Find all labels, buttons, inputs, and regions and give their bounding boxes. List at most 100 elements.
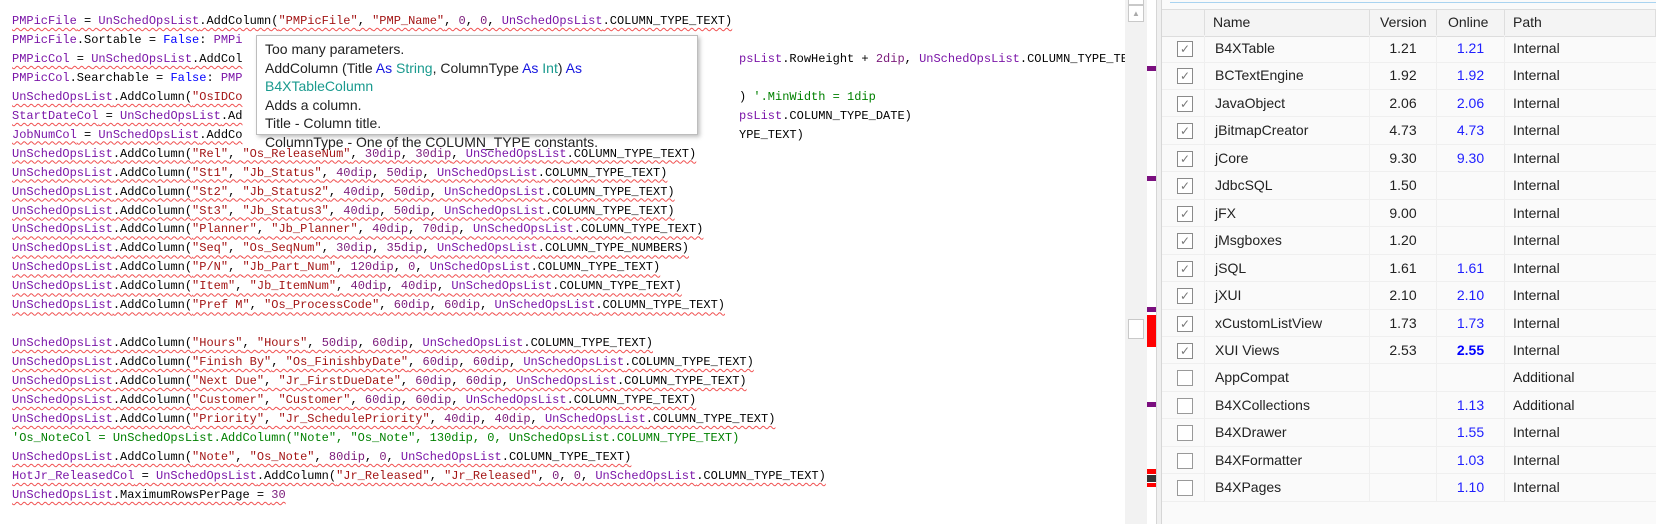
code-line[interactable]: UnSchedOpsList.AddColumn("Item", "Jb_Ite…: [12, 277, 682, 296]
code-token: .AddColumn(: [112, 336, 193, 351]
code-token: ,: [242, 336, 257, 351]
code-line[interactable]: UnSchedOpsList.MaximumRowsPerPage = 30: [12, 486, 286, 505]
error-marker[interactable]: [1147, 315, 1156, 347]
code-token: UnSchedOpsList: [12, 279, 113, 294]
warning-marker[interactable]: [1147, 307, 1156, 312]
code-token: UnSchedOpsList: [12, 355, 113, 370]
library-name: jXUI: [1205, 282, 1370, 310]
library-checkbox[interactable]: ✓: [1177, 233, 1193, 250]
library-row[interactable]: ✓ XUI Views 2.53 2.55 Internal: [1162, 336, 1656, 365]
column-header-check[interactable]: [1162, 10, 1205, 36]
library-checkbox[interactable]: ✓: [1177, 260, 1193, 277]
library-row[interactable]: ✓ jMsgboxes 1.20 Internal: [1162, 227, 1656, 255]
code-line[interactable]: PMPicFile.Sortable = False: PMPi: [12, 31, 242, 50]
error-marker[interactable]: [1147, 469, 1156, 474]
library-row[interactable]: B4XFormatter 1.03 Internal: [1162, 446, 1656, 475]
library-checkbox[interactable]: ✓: [1177, 288, 1193, 305]
code-token: "Next Due": [192, 374, 265, 389]
library-name: JavaObject: [1205, 89, 1370, 117]
code-line[interactable]: UnSchedOpsList.AddColumn("Note", "Os_Not…: [12, 448, 631, 467]
code-line[interactable]: UnSchedOpsList.AddColumn("Hours", "Hours…: [12, 334, 653, 353]
code-line[interactable]: UnSchedOpsList.AddColumn("P/N", "Jb_Part…: [12, 258, 660, 277]
library-checkbox[interactable]: ✓: [1177, 68, 1193, 85]
library-path: Internal: [1513, 177, 1560, 194]
code-line[interactable]: PMPicFile = UnSchedOpsList.AddColumn("PM…: [12, 12, 732, 31]
checkmark-icon: ✓: [1179, 261, 1191, 276]
library-checkbox[interactable]: [1177, 425, 1193, 442]
code-line[interactable]: UnSchedOpsList.AddColumn("Pref M", "Os_P…: [12, 296, 725, 315]
library-row[interactable]: B4XDrawer 1.55 Internal: [1162, 419, 1656, 447]
library-checkbox[interactable]: [1177, 480, 1193, 497]
code-token: "Jr_Released": [444, 468, 538, 483]
code-token: .COLUMN_TYPE_TEXT): [523, 336, 653, 351]
code-token: UnSchedOpsList: [544, 411, 646, 426]
library-name: xCustomListView: [1205, 309, 1370, 337]
code-line[interactable]: PMPicCol.Searchable = False: PMP: [12, 69, 242, 88]
library-checkbox[interactable]: ✓: [1177, 150, 1193, 167]
code-token: ,: [321, 241, 337, 256]
library-checkbox[interactable]: ✓: [1177, 178, 1193, 195]
warning-marker[interactable]: [1147, 66, 1156, 71]
library-checkbox[interactable]: [1177, 397, 1193, 414]
scroll-thumb[interactable]: [1128, 319, 1144, 339]
column-header-version[interactable]: Version: [1370, 10, 1437, 36]
library-checkbox[interactable]: ✓: [1177, 205, 1193, 222]
code-token: ,: [408, 222, 423, 237]
code-line[interactable]: JobNumCol = UnSchedOpsList.AddCo YPE_TEXT…: [12, 126, 804, 145]
code-line[interactable]: UnSchedOpsList.AddColumn("Seq", "Os_SeqN…: [12, 239, 689, 258]
library-row[interactable]: ✓ JavaObject 2.06 2.06 Internal: [1162, 89, 1656, 118]
code-line[interactable]: UnSchedOpsList.AddColumn("Priority", "Jr…: [12, 410, 775, 429]
checkmark-icon: ✓: [1179, 96, 1191, 111]
code-token: '.MinWidth = 1dip: [753, 89, 876, 104]
sig-type: String: [392, 59, 433, 76]
checkmark-icon: ✓: [1179, 206, 1191, 221]
library-checkbox[interactable]: ✓: [1177, 315, 1193, 332]
library-checkbox[interactable]: ✓: [1177, 123, 1193, 140]
library-row[interactable]: ✓ jSQL 1.61 1.61 Internal: [1162, 254, 1656, 283]
column-header-name[interactable]: Name: [1205, 10, 1370, 36]
library-row[interactable]: ✓ xCustomListView 1.73 1.73 Internal: [1162, 309, 1656, 337]
library-row[interactable]: ✓ JdbcSQL 1.50 Internal: [1162, 172, 1656, 200]
library-row[interactable]: ✓ jBitmapCreator 4.73 4.73 Internal: [1162, 117, 1656, 145]
sig-text: ): [557, 59, 566, 76]
column-header-path[interactable]: Path: [1505, 10, 1656, 36]
library-online-version: [1437, 364, 1505, 392]
code-token: ,: [422, 165, 437, 180]
code-line[interactable]: HotJr_ReleasedCol = UnSchedOpsList.AddCo…: [12, 467, 826, 486]
library-row[interactable]: AppCompat Additional: [1162, 364, 1656, 392]
code-line[interactable]: UnSchedOpsList.AddColumn("Planner", "Jb_…: [12, 220, 703, 239]
code-token: PMPicCol: [12, 70, 70, 85]
code-line[interactable]: UnSchedOpsList.AddColumn("Finish By", "O…: [12, 353, 754, 372]
code-line[interactable]: StartDateCol = UnSchedOpsList.Ad psList.C…: [12, 107, 912, 126]
library-row[interactable]: B4XPages 1.10 Internal: [1162, 474, 1656, 502]
library-row[interactable]: ✓ jCore 9.30 9.30 Internal: [1162, 144, 1656, 173]
library-checkbox[interactable]: [1177, 370, 1193, 387]
library-checkbox[interactable]: ✓: [1177, 41, 1193, 57]
library-row[interactable]: ✓ B4XTable 1.21 1.21 Internal: [1162, 35, 1656, 63]
code-token: 50dip: [321, 336, 358, 351]
library-row[interactable]: B4XCollections 1.13 Additional: [1162, 391, 1656, 420]
code-line[interactable]: UnSchedOpsList.AddColumn("Customer", "Cu…: [12, 391, 696, 410]
code-line[interactable]: UnSchedOpsList.AddColumn("St3", "Jb_Stat…: [12, 202, 675, 221]
code-line[interactable]: UnSchedOpsList.AddColumn("OsIDCo) '.MinW…: [12, 88, 876, 107]
column-header-online[interactable]: Online: [1437, 10, 1505, 36]
library-checkbox[interactable]: ✓: [1177, 95, 1193, 112]
code-token: 30: [271, 487, 286, 502]
library-row[interactable]: ✓ jXUI 2.10 2.10 Internal: [1162, 282, 1656, 310]
library-search-input[interactable]: [1170, 0, 1656, 3]
code-line[interactable]: UnSchedOpsList.AddColumn("St2", "Jb_Stat…: [12, 183, 675, 202]
code-line[interactable]: UnSchedOpsList.AddColumn("St1", "Jb_Stat…: [12, 164, 667, 183]
library-checkbox[interactable]: ✓: [1177, 342, 1193, 359]
scroll-up-button[interactable]: ▲: [1128, 5, 1144, 22]
code-line[interactable]: PMPicCol = UnSchedOpsList.AddCol psList.R…: [12, 50, 1125, 69]
code-line[interactable]: UnSchedOpsList.AddColumn("Next Due", "Jr…: [12, 372, 747, 391]
code-line[interactable]: 'Os_NoteCol = UnSchedOpsList.AddColumn("…: [12, 429, 739, 448]
warning-marker[interactable]: [1147, 176, 1156, 181]
error-marker[interactable]: [1147, 483, 1156, 487]
library-row[interactable]: ✓ BCTextEngine 1.92 1.92 Internal: [1162, 62, 1656, 90]
code-token: False: [163, 32, 200, 47]
library-row[interactable]: ✓ jFX 9.00 Internal: [1162, 199, 1656, 228]
warning-marker[interactable]: [1147, 402, 1156, 407]
editor-vertical-scrollbar[interactable]: ▲: [1125, 0, 1147, 524]
library-checkbox[interactable]: [1177, 452, 1193, 469]
